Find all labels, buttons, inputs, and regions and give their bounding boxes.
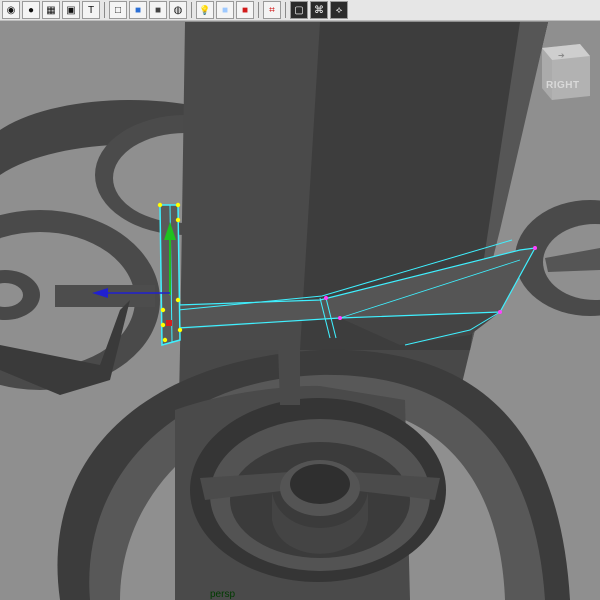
hierarchy-icon[interactable]: ⟡ bbox=[330, 1, 348, 19]
isolate-select-icon[interactable]: ⌗ bbox=[263, 1, 281, 19]
camera-name-label: persp bbox=[210, 589, 236, 600]
text-icon[interactable]: T bbox=[82, 1, 100, 19]
default-material-icon[interactable]: ■ bbox=[216, 1, 234, 19]
grid-icon[interactable]: ▦ bbox=[42, 1, 60, 19]
viewport-toolbar: ◉ ● ▦ ▣ T □ ■ ■ ◍ 💡 ■ ■ ⌗ ▢ ⌘ ⟡ bbox=[0, 0, 600, 21]
toolbar-separator bbox=[191, 2, 192, 18]
smooth-shade-cube-icon[interactable]: ■ bbox=[129, 1, 147, 19]
viewport-scene[interactable] bbox=[0, 21, 600, 600]
backface-cube-icon[interactable]: ▢ bbox=[290, 1, 308, 19]
resolution-gate-icon[interactable]: ⌘ bbox=[310, 1, 328, 19]
viewcube-face-label: RIGHT bbox=[546, 80, 580, 91]
viewcube[interactable]: ➔ bbox=[536, 42, 592, 102]
wireframe-on-shaded-icon[interactable]: ■ bbox=[149, 1, 167, 19]
image-plane-icon[interactable]: ▣ bbox=[62, 1, 80, 19]
lighting-icon[interactable]: 💡 bbox=[196, 1, 214, 19]
texture-icon[interactable]: ■ bbox=[236, 1, 254, 19]
3d-viewport[interactable]: ➔ RIGHT bbox=[0, 21, 600, 600]
wireframe-cube-icon[interactable]: □ bbox=[109, 1, 127, 19]
toolbar-separator bbox=[285, 2, 286, 18]
xray-icon[interactable]: ◍ bbox=[169, 1, 187, 19]
toolbar-separator bbox=[258, 2, 259, 18]
select-camera-icon[interactable]: ◉ bbox=[2, 1, 20, 19]
toolbar-separator bbox=[104, 2, 105, 18]
light-sphere-icon[interactable]: ● bbox=[22, 1, 40, 19]
svg-text:➔: ➔ bbox=[558, 51, 565, 60]
x-axis-handle[interactable] bbox=[166, 320, 172, 326]
